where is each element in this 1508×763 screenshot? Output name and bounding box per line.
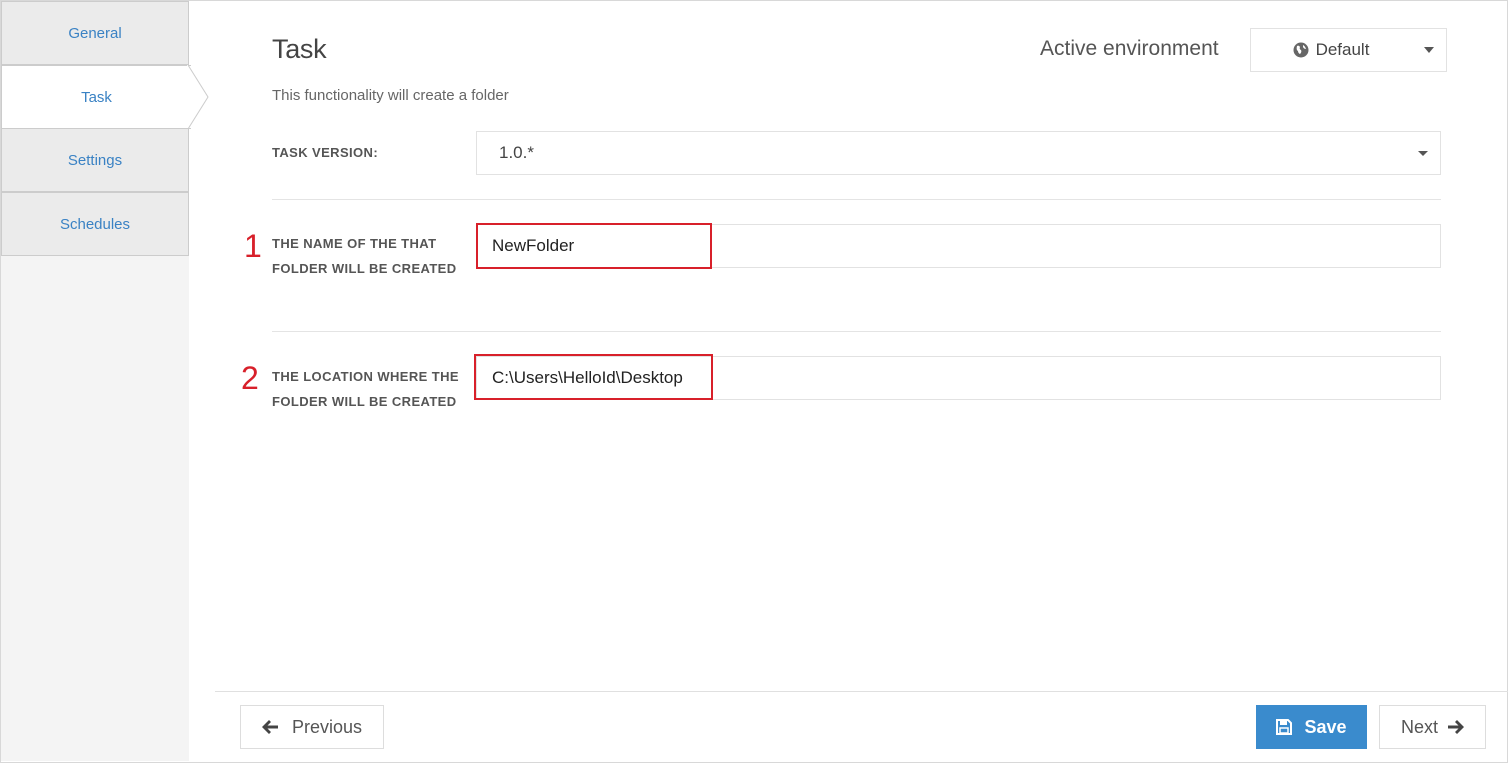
task-version-label: TASK VERSION: <box>272 145 379 160</box>
task-version-select[interactable]: 1.0.* <box>476 131 1441 175</box>
tab-task[interactable]: Task <box>1 65 191 129</box>
globe-icon <box>1293 42 1309 58</box>
tab-settings[interactable]: Settings <box>1 128 189 192</box>
divider <box>272 199 1441 200</box>
environment-value: Default <box>1315 40 1370 59</box>
highlight-box <box>476 223 712 269</box>
caret-down-icon <box>1418 151 1428 156</box>
page-title: Task <box>272 34 327 64</box>
next-label: Next <box>1400 716 1438 737</box>
previous-label: Previous <box>291 716 363 737</box>
folder-name-label: THE NAME OF THE THAT FOLDER WILL BE CREA… <box>272 236 457 276</box>
environment-dropdown-toggle[interactable] <box>1411 28 1447 72</box>
folder-location-label: THE LOCATION WHERE THE FOLDER WILL BE CR… <box>272 369 459 409</box>
page-subtitle: This functionality will create a folder <box>272 87 509 104</box>
previous-button[interactable]: Previous <box>240 705 384 749</box>
footer-divider <box>215 691 1508 692</box>
environment-label: Active environment <box>1040 37 1219 60</box>
environment-button[interactable]: Default <box>1250 28 1412 72</box>
save-button[interactable]: Save <box>1256 705 1367 749</box>
divider <box>272 331 1441 332</box>
annotation-marker-1: 1 <box>244 228 262 264</box>
caret-down-icon <box>1423 47 1434 53</box>
highlight-box <box>474 354 713 400</box>
annotation-marker-2: 2 <box>241 360 259 396</box>
arrow-left-icon <box>261 720 278 734</box>
tab-schedules[interactable]: Schedules <box>1 192 189 256</box>
task-version-value: 1.0.* <box>499 143 534 162</box>
next-button[interactable]: Next <box>1379 705 1486 749</box>
save-label: Save <box>1304 716 1347 737</box>
arrow-right-icon <box>1448 720 1464 734</box>
floppy-disk-icon <box>1276 719 1293 735</box>
tab-general[interactable]: General <box>1 1 189 65</box>
active-tab-arrow <box>187 65 209 129</box>
